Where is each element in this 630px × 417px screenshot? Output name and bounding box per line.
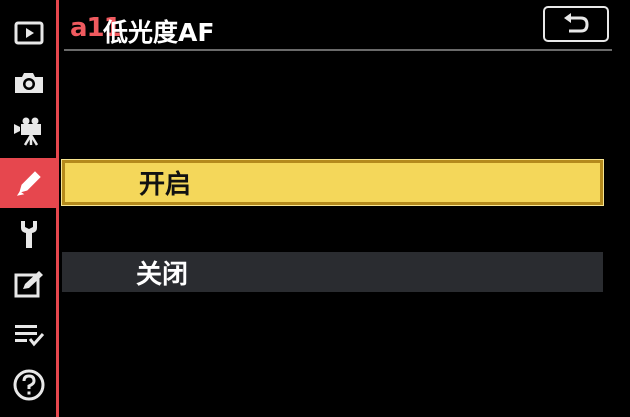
- sidebar-divider: [56, 0, 59, 417]
- option-label: 关闭: [136, 259, 189, 290]
- menu-sidebar: [0, 0, 58, 417]
- playback-icon: [14, 21, 44, 45]
- sidebar-item-help[interactable]: [0, 360, 58, 410]
- page-title: 低光度AF: [103, 18, 215, 47]
- sidebar-item-photo-shooting[interactable]: [0, 57, 58, 107]
- movie-camera-icon: [14, 117, 41, 146]
- option-label: 开启: [139, 170, 192, 200]
- sidebar-item-playback[interactable]: [0, 8, 58, 58]
- retouch-icon: [14, 271, 43, 298]
- sidebar-item-my-menu[interactable]: [0, 310, 58, 360]
- help-icon: [13, 369, 45, 401]
- my-menu-icon: [15, 325, 45, 347]
- pencil-icon: [16, 171, 41, 196]
- header-divider: [64, 49, 612, 51]
- sidebar-item-movie-shooting[interactable]: [0, 106, 58, 156]
- return-arrow-icon: [564, 13, 589, 33]
- camera-icon: [15, 73, 43, 93]
- sidebar-item-retouch[interactable]: [0, 259, 58, 309]
- option-off[interactable]: 关闭: [62, 252, 603, 292]
- sidebar-item-setup[interactable]: [0, 209, 58, 259]
- sidebar-item-custom-settings[interactable]: [0, 158, 58, 208]
- back-button[interactable]: [543, 6, 609, 42]
- wrench-icon: [21, 221, 37, 248]
- option-on[interactable]: 开启: [61, 159, 604, 206]
- camera-menu-screen: a11 低光度AF 开启 关闭: [0, 0, 630, 417]
